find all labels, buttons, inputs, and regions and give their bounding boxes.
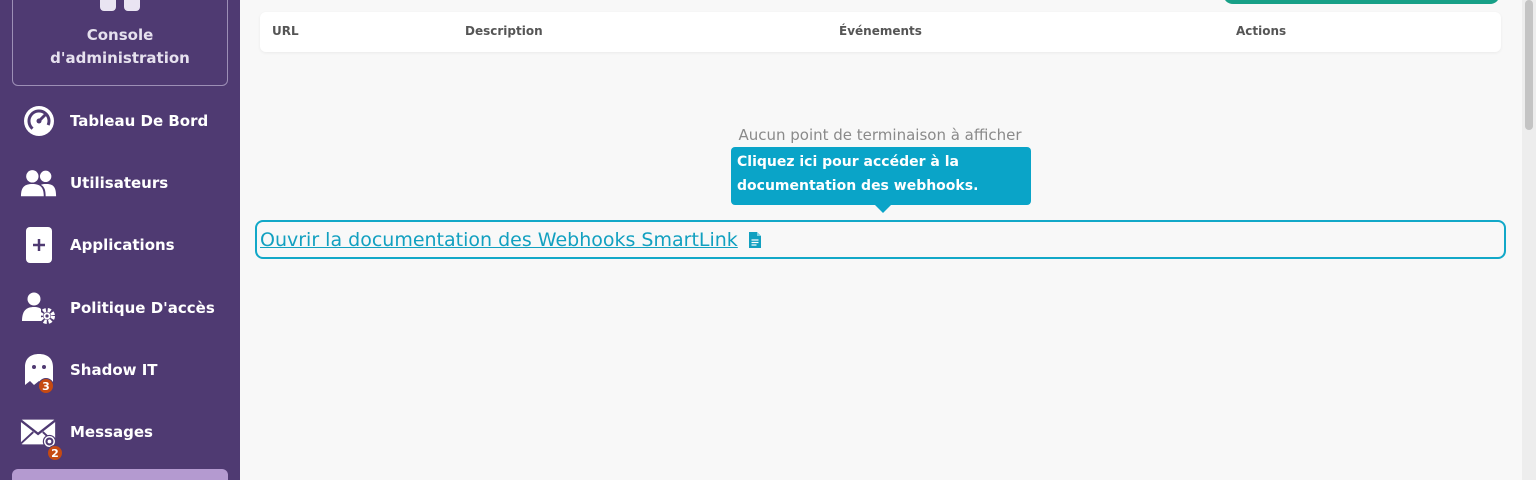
sidebar-item-label: Tableau De Bord (70, 112, 209, 130)
sidebar: Console d'administration Tableau De Bord (0, 0, 240, 480)
column-header-actions: Actions (1236, 24, 1287, 38)
scrollbar-thumb[interactable] (1525, 0, 1533, 130)
sidebar-item-label: Applications (70, 236, 175, 254)
sidebar-item-label: Messages (70, 423, 153, 441)
tooltip-line1: Cliquez ici pour accéder à la (737, 154, 959, 170)
envelope-icon: 2 (20, 413, 63, 461)
console-title-line1: Console (86, 26, 154, 44)
console-title-line2: d'administration (50, 49, 190, 67)
sidebar-item-applications[interactable]: Applications (12, 223, 228, 267)
document-icon[interactable] (748, 231, 762, 249)
sidebar-item-messages[interactable]: 2 Messages (12, 410, 228, 461)
webhooks-doc-tooltip: Cliquez ici pour accéder à la documentat… (731, 147, 1031, 213)
webhooks-doc-link[interactable]: Ouvrir la documentation des Webhooks Sma… (260, 229, 738, 251)
dashboard-gauge-icon (20, 102, 58, 140)
sidebar-item-users[interactable]: Utilisateurs (12, 161, 228, 205)
endpoints-table-header: URL Description Événements Actions (260, 12, 1501, 52)
shadow-it-badge: 3 (38, 378, 54, 394)
sidebar-item-label: Politique D'accès (70, 299, 215, 317)
sidebar-item-access-policy[interactable]: Politique D'accès (12, 286, 228, 330)
sidebar-item-label: Shadow IT (70, 361, 158, 379)
tooltip-line2: documentation des webhooks. (737, 178, 979, 194)
column-header-events: Événements (839, 24, 922, 38)
ghost-icon: 3 (20, 351, 58, 394)
console-title: Console d'administration (13, 24, 227, 70)
user-gear-icon (20, 289, 58, 327)
messages-badge: 2 (47, 445, 63, 461)
column-header-url: URL (272, 24, 299, 38)
webhooks-doc-link-container: Ouvrir la documentation des Webhooks Sma… (255, 220, 1506, 259)
plus-app-icon (20, 226, 58, 264)
sidebar-item-shadow-it[interactable]: 3 Shadow IT (12, 348, 228, 394)
sidebar-item-active[interactable] (12, 469, 228, 480)
sidebar-item-dashboard[interactable]: Tableau De Bord (12, 99, 228, 143)
admin-console-card[interactable]: Console d'administration (12, 0, 228, 86)
column-header-description: Description (465, 24, 543, 38)
page-scrollbar[interactable] (1522, 0, 1536, 480)
tooltip-arrow (875, 205, 891, 213)
sidebar-item-label: Utilisateurs (70, 174, 169, 192)
users-icon (20, 164, 58, 202)
add-endpoint-button[interactable] (1223, 0, 1500, 4)
console-logo-icon (100, 0, 140, 11)
empty-state-message: Aucun point de terminaison à afficher (738, 126, 1022, 144)
